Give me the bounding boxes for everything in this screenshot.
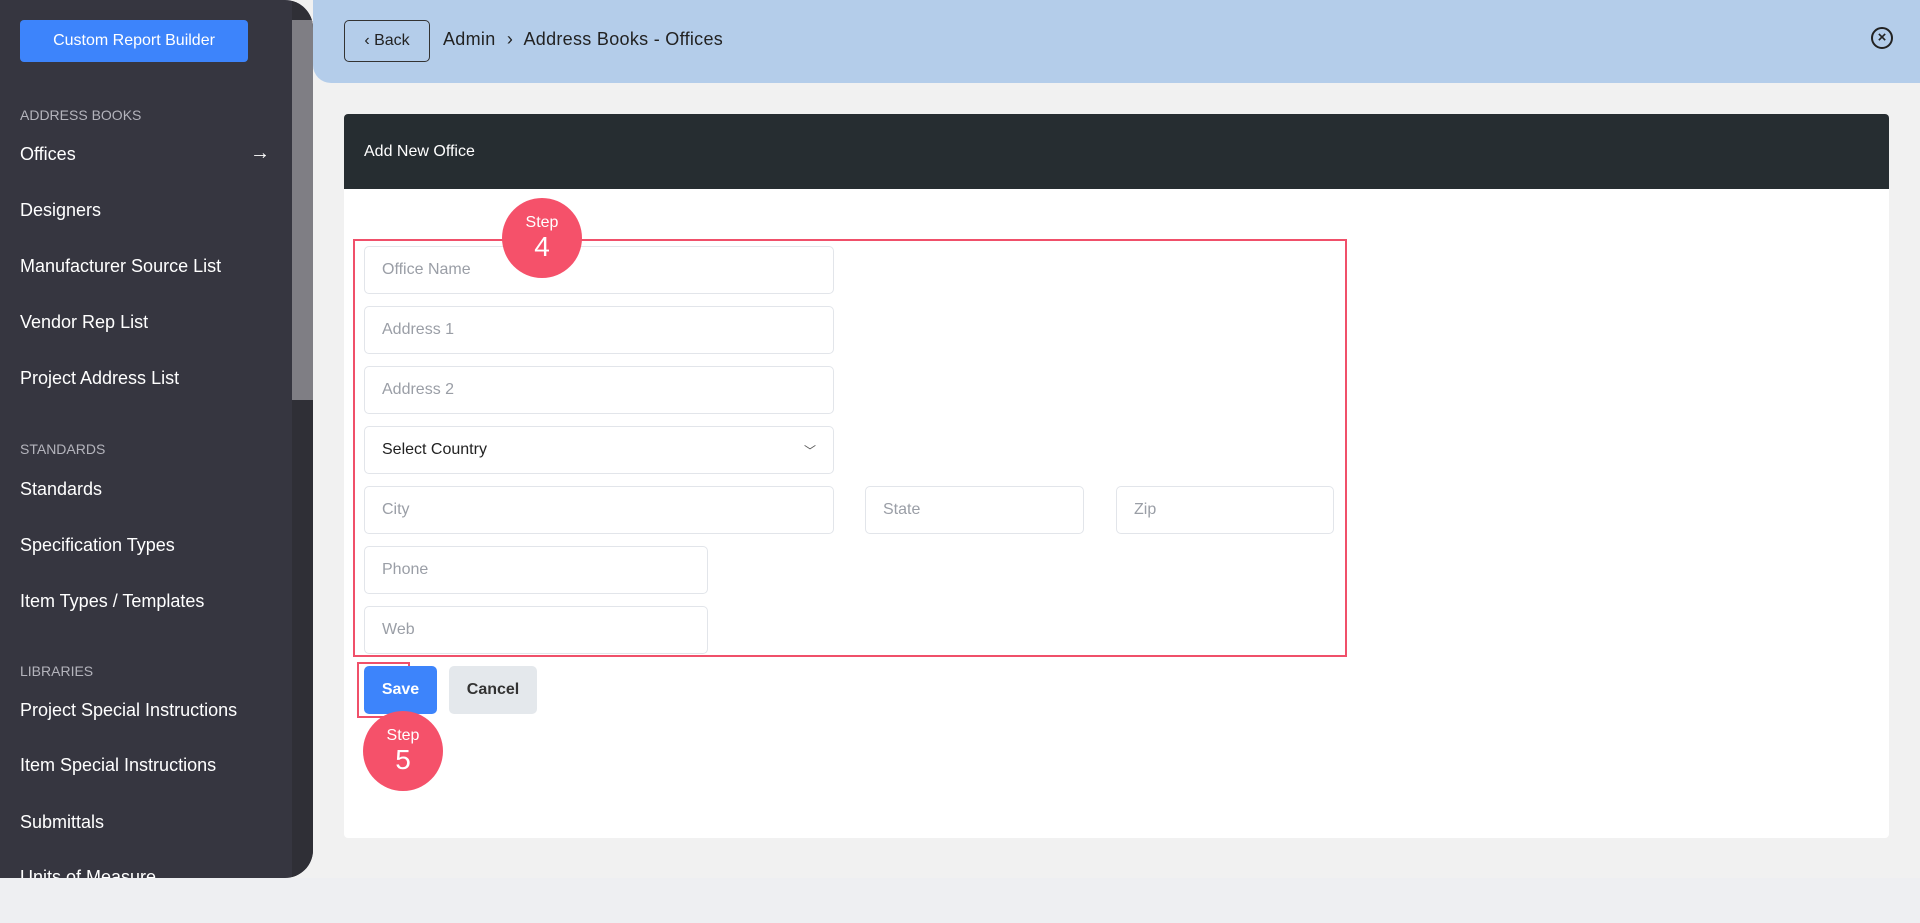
sidebar-item-offices[interactable]: Offices → [20, 142, 270, 165]
sidebar-item-submittals[interactable]: Submittals [20, 812, 270, 833]
step-number: 4 [534, 231, 550, 262]
back-button[interactable]: ‹ Back [344, 20, 430, 62]
step4-badge: Step 4 [502, 198, 582, 278]
country-select[interactable]: Select Country ﹀ [364, 426, 834, 474]
sidebar-item-project-special-instructions[interactable]: Project Special Instructions [20, 700, 270, 721]
card-title: Add New Office [344, 114, 1889, 189]
sidebar-item-item-types-templates[interactable]: Item Types / Templates [20, 591, 270, 612]
section-label-standards: STANDARDS [20, 441, 106, 457]
web-input[interactable] [364, 606, 708, 654]
step-label: Step [525, 214, 559, 231]
breadcrumb: Admin › Address Books - Offices [443, 29, 723, 50]
sidebar-item-designers[interactable]: Designers [20, 200, 270, 221]
section-label-libraries: LIBRARIES [20, 663, 94, 679]
zip-input[interactable] [1116, 486, 1334, 534]
country-select-value: Select Country [382, 441, 487, 458]
sidebar-item-label: Offices [20, 144, 76, 164]
state-input[interactable] [865, 486, 1084, 534]
step5-badge: Step 5 [363, 711, 443, 791]
sidebar-item-vendor-rep-list[interactable]: Vendor Rep List [20, 312, 270, 333]
breadcrumb-current: Address Books - Offices [523, 29, 724, 49]
address2-input[interactable] [364, 366, 834, 414]
office-name-input[interactable] [364, 246, 834, 294]
sidebar-item-units-of-measure[interactable]: Units of Measure [20, 867, 270, 878]
sidebar: Custom Report Builder ADDRESS BOOKS Offi… [0, 0, 313, 878]
address1-input[interactable] [364, 306, 834, 354]
sidebar-item-standards[interactable]: Standards [20, 479, 270, 500]
cancel-button[interactable]: Cancel [449, 666, 537, 714]
sidebar-item-item-special-instructions[interactable]: Item Special Instructions [20, 755, 270, 776]
section-label-address-books: ADDRESS BOOKS [20, 107, 142, 123]
close-icon[interactable]: × [1871, 27, 1893, 49]
custom-report-builder-button[interactable]: Custom Report Builder [20, 20, 248, 62]
breadcrumb-admin[interactable]: Admin [443, 29, 496, 49]
chevron-right-icon: › [506, 29, 514, 49]
top-header: ‹ Back Admin › Address Books - Offices × [313, 0, 1920, 83]
sidebar-item-specification-types[interactable]: Specification Types [20, 535, 270, 556]
step-number: 5 [395, 744, 411, 775]
chevron-down-icon: ﹀ [803, 443, 816, 458]
phone-input[interactable] [364, 546, 708, 594]
back-label: Back [374, 32, 410, 49]
arrow-right-icon: → [250, 142, 270, 164]
save-button[interactable]: Save [364, 666, 437, 714]
city-input[interactable] [364, 486, 834, 534]
sidebar-item-manufacturer-source-list[interactable]: Manufacturer Source List [20, 256, 270, 277]
sidebar-scrollbar-thumb[interactable] [292, 20, 313, 400]
chevron-left-icon: ‹ [364, 32, 375, 49]
sidebar-item-project-address-list[interactable]: Project Address List [20, 368, 270, 389]
step-label: Step [386, 727, 420, 744]
